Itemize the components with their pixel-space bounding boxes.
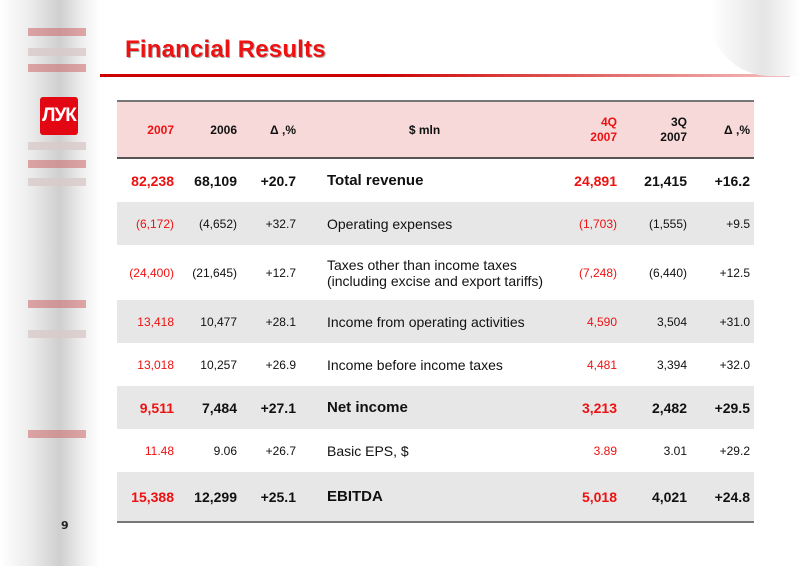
cell-4q-2007: (1,703) xyxy=(578,216,617,231)
decorative-side-strip xyxy=(0,0,100,566)
row-label: EBITDA xyxy=(327,488,383,505)
cell-2006: 9.06 xyxy=(213,443,237,458)
strip-bar xyxy=(28,160,86,168)
row-label: Basic EPS, $ xyxy=(327,442,409,459)
cell-3q-2007: 4,021 xyxy=(651,488,687,505)
row-label: Income before income taxes xyxy=(327,356,503,373)
cell-2007: 82,238 xyxy=(131,172,174,189)
header-4q-line1: 4Q xyxy=(600,114,617,129)
strip-bar xyxy=(28,142,86,150)
table-row: 15,388 12,299 +25.1 EBITDA 5,018 4,021 +24.8 xyxy=(117,472,754,521)
cell-delta-year: +28.1 xyxy=(265,314,296,329)
cell-delta-quarter: +9.5 xyxy=(726,216,750,231)
slide-title: Financial Results xyxy=(125,36,326,63)
cell-2007: (6,172) xyxy=(135,216,174,231)
cell-2006: 10,257 xyxy=(200,357,237,372)
cell-2006: 7,484 xyxy=(201,399,237,416)
cell-2007: 15,388 xyxy=(131,488,174,505)
header-units: $ mln xyxy=(408,122,441,137)
cell-delta-quarter: +31.0 xyxy=(719,314,750,329)
cell-delta-year: +25.1 xyxy=(260,488,296,505)
cell-delta-year: +27.1 xyxy=(260,399,296,416)
strip-bar xyxy=(28,64,86,72)
strip-bar xyxy=(28,430,86,438)
cell-3q-2007: 3.01 xyxy=(663,443,687,458)
cell-delta-quarter: +29.5 xyxy=(714,399,750,416)
row-label: Operating expenses xyxy=(327,215,453,232)
cell-4q-2007: 4,481 xyxy=(586,357,617,372)
cell-2006: (4,652) xyxy=(198,216,237,231)
cell-2007: 9,511 xyxy=(139,399,174,416)
row-label: Income from operating activities xyxy=(327,313,525,330)
row-label: Net income xyxy=(327,399,408,416)
cell-2006: 10,477 xyxy=(200,314,237,329)
header-delta-year: Δ ,% xyxy=(270,122,296,137)
cell-delta-quarter: +24.8 xyxy=(714,488,750,505)
strip-bar xyxy=(28,48,86,56)
cell-3q-2007: (1,555) xyxy=(648,216,687,231)
header-3q-line2: 2007 xyxy=(660,129,687,144)
cell-2007: 11.48 xyxy=(144,443,174,458)
header-4q-2007: 4Q 2007 xyxy=(553,115,621,145)
cell-delta-quarter: +32.0 xyxy=(719,357,750,372)
cell-delta-year: +26.9 xyxy=(265,357,296,372)
header-3q-2007: 3Q 2007 xyxy=(621,115,691,145)
header-2006: 2006 xyxy=(210,122,237,137)
header-3q-line1: 3Q xyxy=(670,114,687,129)
cell-3q-2007: 3,394 xyxy=(656,357,687,372)
table-row: (6,172) (4,652) +32.7 Operating expenses (1,… xyxy=(117,202,754,245)
cell-4q-2007: (7,248) xyxy=(578,265,617,280)
table-row: 13,018 10,257 +26.9 Income before income ta… xyxy=(117,343,754,386)
cell-3q-2007: 3,504 xyxy=(656,314,687,329)
header-delta-quarter: Δ ,% xyxy=(724,122,750,137)
cell-4q-2007: 3,213 xyxy=(581,399,617,416)
table-row: 13,418 10,477 +28.1 Income from operating a… xyxy=(117,300,754,343)
cell-2007: (24,400) xyxy=(129,265,174,280)
cell-delta-year: +26.7 xyxy=(265,443,296,458)
cell-delta-quarter: +29.2 xyxy=(719,443,750,458)
cell-4q-2007: 24,891 xyxy=(574,172,617,189)
cell-2006: (21,645) xyxy=(192,265,237,280)
cell-delta-quarter: +16.2 xyxy=(714,172,750,189)
cell-2006: 68,109 xyxy=(194,172,237,189)
logo-text: ЛУК xyxy=(42,105,77,126)
cell-4q-2007: 5,018 xyxy=(581,488,617,505)
cell-delta-year: +12.7 xyxy=(265,265,296,280)
table-header-row: 2007 2006 Δ ,% $ mln 4Q 2007 3Q 2007 Δ ,… xyxy=(117,102,754,159)
table-body: 82,238 68,109 +20.7 Total revenue 24,891 21,4… xyxy=(117,159,754,521)
page-number: 9 xyxy=(61,519,69,532)
header-rule xyxy=(100,74,790,77)
cell-2006: 12,299 xyxy=(194,488,237,505)
table-row: (24,400) (21,645) +12.7 Taxes other than in… xyxy=(117,245,754,300)
row-label: Total revenue xyxy=(327,172,424,189)
cell-delta-year: +32.7 xyxy=(265,216,296,231)
strip-bar xyxy=(28,330,86,338)
table-row: 9,511 7,484 +27.1 Net income 3,213 2,482 +29.5 xyxy=(117,386,754,429)
strip-bar xyxy=(28,178,86,186)
cell-delta-year: +20.7 xyxy=(260,172,296,189)
table-bottom-rule xyxy=(117,521,754,523)
lukoil-logo-icon: ЛУК xyxy=(40,97,78,135)
strip-bar xyxy=(28,300,86,308)
table-row: 82,238 68,109 +20.7 Total revenue 24,891 21,4… xyxy=(117,159,754,202)
cell-4q-2007: 4,590 xyxy=(586,314,617,329)
cell-2007: 13,018 xyxy=(137,357,174,372)
cell-3q-2007: 2,482 xyxy=(651,399,687,416)
table-row: 11.48 9.06 +26.7 Basic EPS, $ 3.89 3.01 +29.2 xyxy=(117,429,754,472)
cell-delta-quarter: +12.5 xyxy=(719,265,750,280)
financial-results-table: 2007 2006 Δ ,% $ mln 4Q 2007 3Q 2007 Δ ,… xyxy=(117,100,754,523)
cell-3q-2007: 21,415 xyxy=(644,172,687,189)
header-4q-line2: 2007 xyxy=(590,129,617,144)
strip-bar xyxy=(28,28,86,36)
cell-4q-2007: 3.89 xyxy=(593,443,617,458)
header-2007: 2007 xyxy=(147,122,174,137)
header-curve xyxy=(710,0,800,76)
cell-3q-2007: (6,440) xyxy=(648,265,687,280)
cell-2007: 13,418 xyxy=(137,314,174,329)
row-label: Taxes other than income taxes (including… xyxy=(327,256,544,289)
